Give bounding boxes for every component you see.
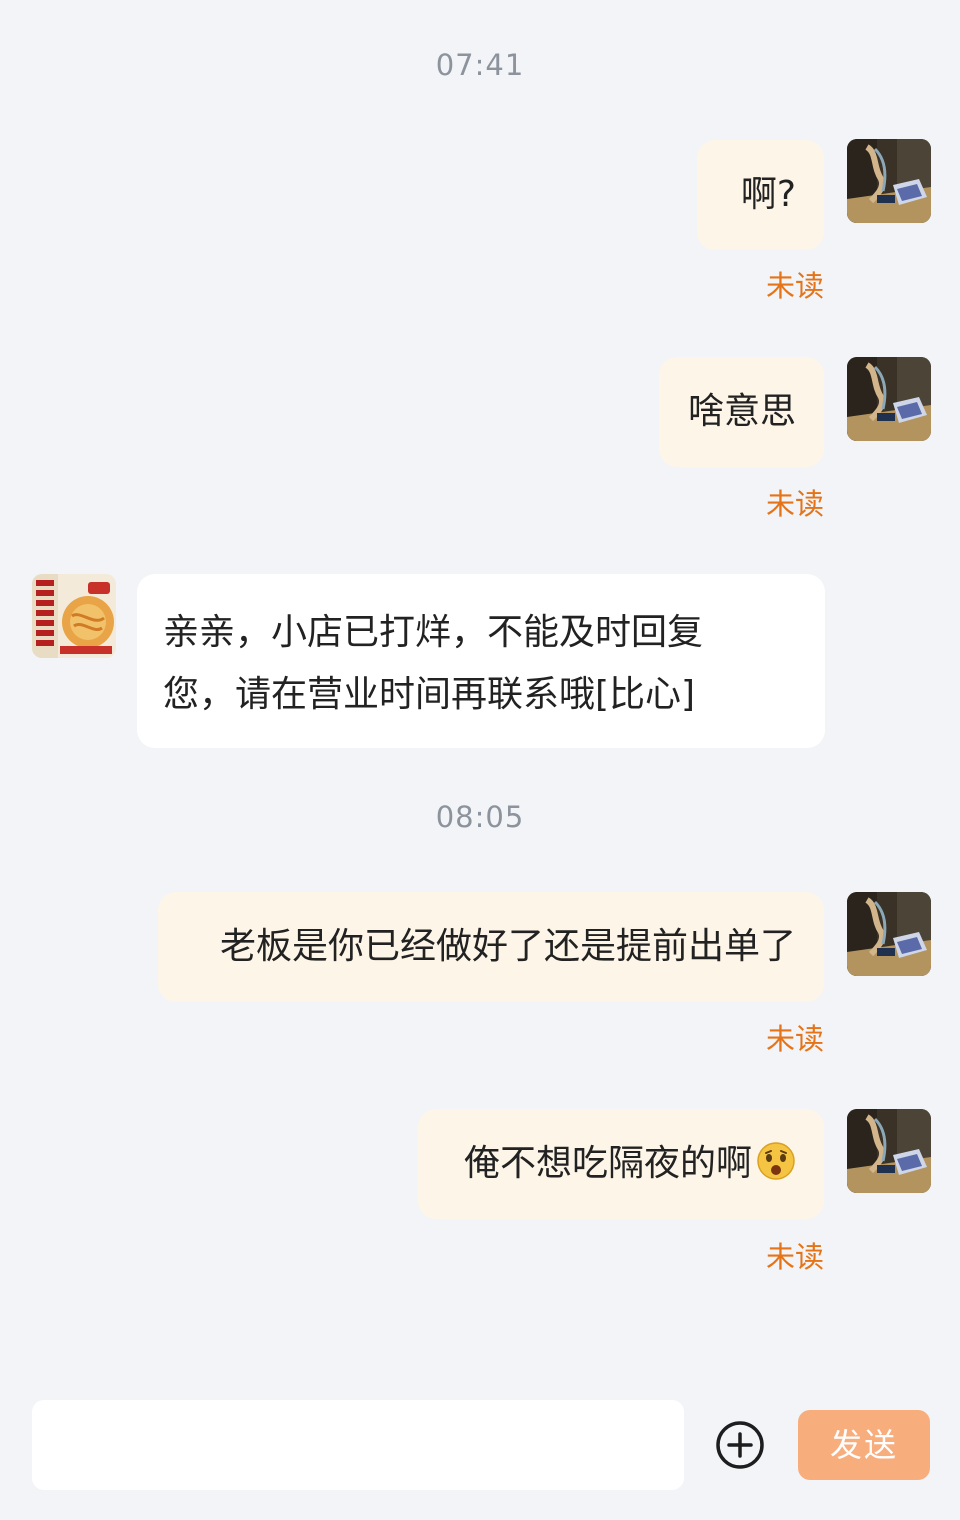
self-message-bubble[interactable]: 俺不想吃隔夜的啊 — [418, 1109, 824, 1219]
message-text: 老板是你已经做好了还是提前出单了 — [219, 926, 796, 967]
unread-status: 未读 — [765, 1022, 824, 1056]
self-message-bubble[interactable]: 老板是你已经做好了还是提前出单了 — [158, 892, 824, 1002]
message-text-line: 您，请在营业时间再联系哦[比心] — [163, 674, 696, 715]
message-text: 啥意思 — [687, 391, 796, 432]
self-message-bubble[interactable]: 啊? — [697, 140, 824, 250]
message-text-line: 亲亲，小店已打烊，不能及时回复 — [163, 612, 704, 653]
chat-area[interactable]: 07:41 啊? 未读 啥意思 未读 亲亲，小店已打烊，不能及时回复 您，请在营… — [0, 0, 960, 1390]
self-avatar[interactable] — [847, 1109, 931, 1193]
message-text: 啊? — [740, 174, 796, 215]
message-input[interactable] — [32, 1400, 684, 1490]
self-avatar[interactable] — [847, 139, 931, 223]
timestamp: 08:05 — [435, 800, 525, 834]
astonished-face-icon — [757, 1142, 795, 1180]
message-text: 俺不想吃隔夜的啊 — [463, 1143, 752, 1184]
unread-status: 未读 — [765, 487, 824, 521]
self-avatar[interactable] — [847, 357, 931, 441]
send-button[interactable]: 发送 — [798, 1410, 930, 1480]
timestamp: 07:41 — [435, 48, 525, 82]
self-message-bubble[interactable]: 啥意思 — [659, 357, 824, 467]
unread-status: 未读 — [765, 1240, 824, 1274]
plus-circle-icon[interactable] — [714, 1419, 766, 1471]
shop-avatar[interactable] — [32, 574, 116, 658]
self-avatar[interactable] — [847, 892, 931, 976]
message-composer: 发送 — [0, 1390, 960, 1520]
shop-message-bubble[interactable]: 亲亲，小店已打烊，不能及时回复 您，请在营业时间再联系哦[比心] — [137, 574, 825, 748]
unread-status: 未读 — [765, 269, 824, 303]
